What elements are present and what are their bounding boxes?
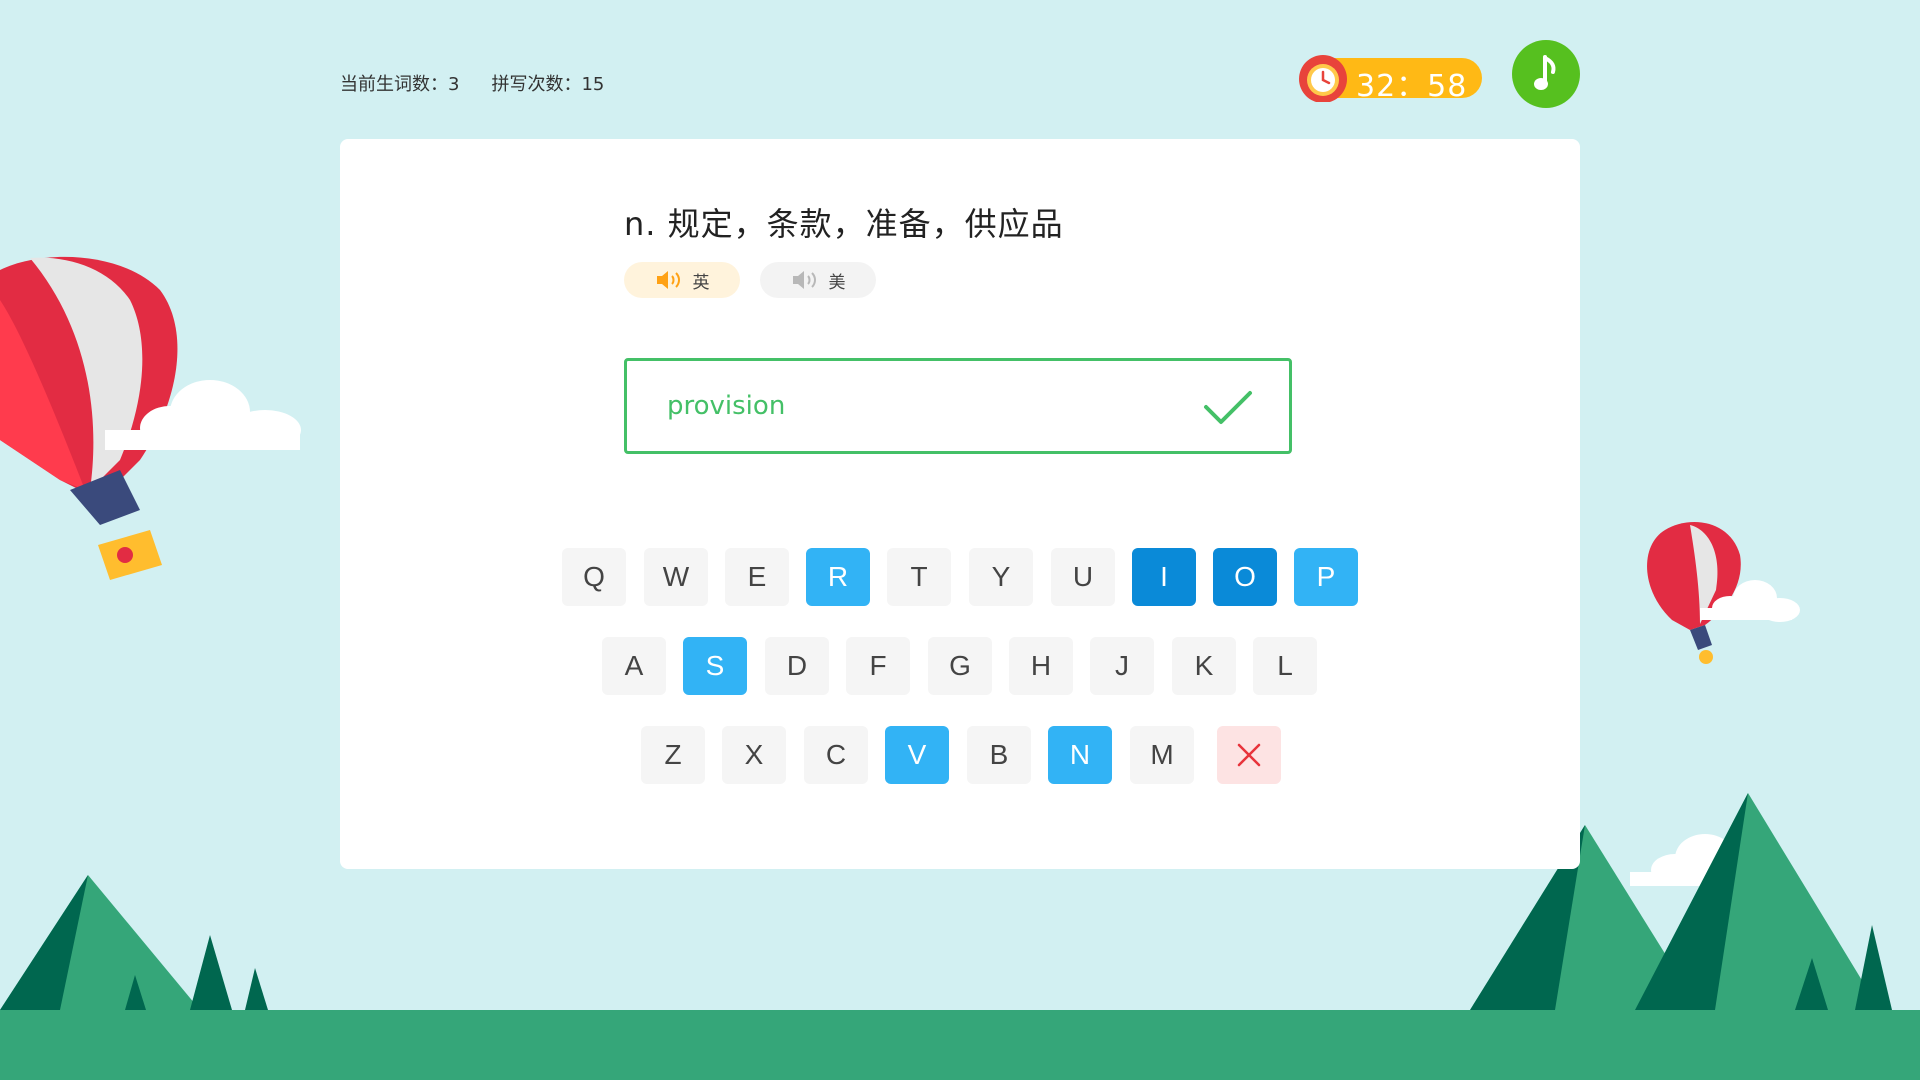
key-y[interactable]: Y (969, 548, 1033, 606)
key-l[interactable]: L (1253, 637, 1317, 695)
stats-bar: 当前生词数：3 拼写次数：15 (340, 70, 604, 96)
key-q[interactable]: Q (562, 548, 626, 606)
answer-input[interactable]: provision (624, 358, 1292, 454)
key-s[interactable]: S (683, 637, 747, 695)
key-v[interactable]: V (885, 726, 949, 784)
key-i[interactable]: I (1132, 548, 1196, 606)
close-icon (1237, 743, 1261, 767)
key-b[interactable]: B (967, 726, 1031, 784)
key-e[interactable]: E (725, 548, 789, 606)
key-j[interactable]: J (1090, 637, 1154, 695)
key-z[interactable]: Z (641, 726, 705, 784)
key-x[interactable]: X (722, 726, 786, 784)
key-u[interactable]: U (1051, 548, 1115, 606)
word-definition: n. 规定，条款，准备，供应品 (624, 205, 1064, 243)
key-c[interactable]: C (804, 726, 868, 784)
timer-text: 32：58 (1356, 69, 1468, 104)
key-h[interactable]: H (1009, 637, 1073, 695)
key-n[interactable]: N (1048, 726, 1112, 784)
key-d[interactable]: D (765, 637, 829, 695)
key-g[interactable]: G (928, 637, 992, 695)
pronounce-us-button[interactable]: 美 (760, 262, 876, 298)
music-note-icon (1534, 55, 1556, 90)
spelling-card: n. 规定，条款，准备，供应品 英 美 provision Q W E R T … (340, 139, 1580, 869)
ground (0, 1010, 1920, 1080)
key-k[interactable]: K (1172, 637, 1236, 695)
key-m[interactable]: M (1130, 726, 1194, 784)
alarm-clock-icon (1299, 55, 1347, 102)
pronounce-uk-label: 英 (692, 272, 710, 293)
speaker-icon (656, 271, 680, 289)
key-p[interactable]: P (1294, 548, 1358, 606)
answer-text: provision (667, 391, 786, 421)
hot-air-balloon-right (1647, 522, 1741, 664)
key-a[interactable]: A (602, 637, 666, 695)
key-r[interactable]: R (806, 548, 870, 606)
check-icon (1204, 391, 1252, 424)
key-w[interactable]: W (644, 548, 708, 606)
delete-key[interactable] (1217, 726, 1281, 784)
key-o[interactable]: O (1213, 548, 1277, 606)
pronounce-us-label: 美 (828, 272, 846, 293)
pronounce-uk-button[interactable]: 英 (624, 262, 740, 298)
mountains-left (0, 875, 268, 1010)
spell-count: 拼写次数：15 (491, 74, 605, 95)
music-toggle-button[interactable] (1512, 40, 1580, 108)
speaker-icon (792, 271, 816, 289)
key-t[interactable]: T (887, 548, 951, 606)
new-words-count: 当前生词数：3 (340, 74, 460, 95)
countdown-timer: 32：58 (1299, 55, 1482, 104)
key-f[interactable]: F (846, 637, 910, 695)
